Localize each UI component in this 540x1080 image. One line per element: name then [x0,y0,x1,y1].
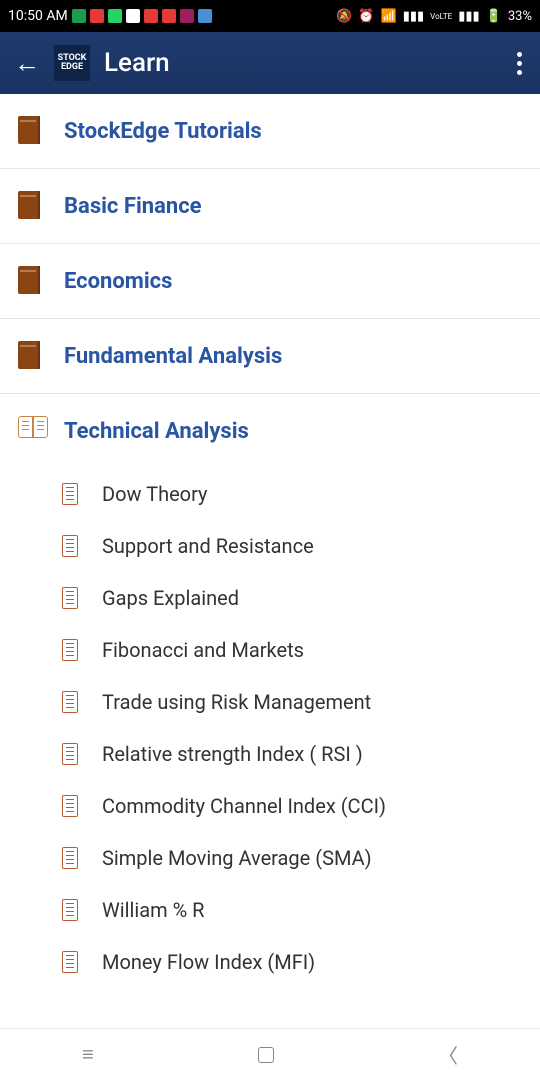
category-economics[interactable]: Economics [0,244,540,319]
app-notif-icon [198,9,212,23]
lesson-label: William % R [102,898,205,922]
back-icon[interactable]: 〈 [438,1040,458,1069]
category-label: Economics [64,269,172,294]
app-notif-icon [162,9,176,23]
page-icon [62,951,78,973]
lesson-label: Fibonacci and Markets [102,638,304,662]
category-fundamental-analysis[interactable]: Fundamental Analysis [0,319,540,394]
page-icon [62,847,78,869]
android-nav-bar: ≡ 〈 [0,1028,540,1080]
status-right: 🔕 ⏰ 📶 ▮▮▮ VoLTE ▮▮▮ 🔋 33% [336,9,532,24]
recents-icon[interactable]: ≡ [82,1042,94,1067]
page-icon [62,535,78,557]
lte-icon: VoLTE [430,12,452,21]
lesson-item[interactable]: Commodity Channel Index (CCI) [0,780,540,832]
book-closed-icon [18,341,42,371]
gmail-icon [126,9,140,23]
category-label: Technical Analysis [64,419,249,444]
lesson-item[interactable]: William % R [0,884,540,936]
category-technical-analysis[interactable]: Technical Analysis [0,394,540,468]
category-stockedge-tutorials[interactable]: StockEdge Tutorials [0,94,540,169]
lesson-label: Money Flow Index (MFI) [102,950,315,974]
alarm-icon: ⏰ [358,9,374,24]
lesson-label: Relative strength Index ( RSI ) [102,742,363,766]
battery-icon: 🔋 [486,9,502,24]
more-options-icon[interactable] [517,52,526,75]
lesson-label: Gaps Explained [102,586,239,610]
page-icon [62,587,78,609]
lesson-item[interactable]: Fibonacci and Markets [0,624,540,676]
signal-icon: ▮▮▮ [458,9,479,24]
battery-percent: 33% [508,9,532,24]
app-bar: ← STOCK EDGE Learn [0,32,540,94]
lesson-label: Commodity Channel Index (CCI) [102,794,386,818]
dnd-icon: 🔕 [336,9,352,24]
signal-icon: ▮▮▮ [403,9,424,24]
lesson-item[interactable]: Support and Resistance [0,520,540,572]
lesson-item[interactable]: Gaps Explained [0,572,540,624]
app-notif-icon [144,9,158,23]
category-basic-finance[interactable]: Basic Finance [0,169,540,244]
book-closed-icon [18,191,42,221]
page-icon [62,691,78,713]
page-icon [62,795,78,817]
home-icon[interactable] [258,1047,274,1063]
category-label: Basic Finance [64,194,202,219]
app-notif-icon [90,9,104,23]
lesson-item[interactable]: Dow Theory [0,468,540,520]
page-icon [62,743,78,765]
lesson-item[interactable]: Money Flow Index (MFI) [0,936,540,988]
lesson-item[interactable]: Trade using Risk Management [0,676,540,728]
status-time: 10:50 AM [8,8,68,24]
back-arrow-icon[interactable]: ← [14,48,40,79]
book-open-icon [18,416,42,446]
status-bar: 10:50 AM 🔕 ⏰ 📶 ▮▮▮ VoLTE ▮▮▮ 🔋 33% [0,0,540,32]
app-notif-icon [180,9,194,23]
book-closed-icon [18,266,42,296]
lesson-item[interactable]: Simple Moving Average (SMA) [0,832,540,884]
lesson-label: Support and Resistance [102,534,314,558]
category-label: StockEdge Tutorials [64,119,262,144]
status-left: 10:50 AM [8,8,212,24]
category-label: Fundamental Analysis [64,344,282,369]
page-icon [62,483,78,505]
whatsapp-icon [108,9,122,23]
lesson-label: Dow Theory [102,482,208,506]
app-logo: STOCK EDGE [54,45,90,81]
page-title: Learn [104,48,503,78]
content-list: StockEdge Tutorials Basic Finance Econom… [0,94,540,988]
lesson-label: Trade using Risk Management [102,690,371,714]
wifi-icon: 📶 [381,9,397,24]
lesson-label: Simple Moving Average (SMA) [102,846,372,870]
page-icon [62,899,78,921]
app-notif-icon [72,9,86,23]
page-icon [62,639,78,661]
lesson-item[interactable]: Relative strength Index ( RSI ) [0,728,540,780]
book-closed-icon [18,116,42,146]
